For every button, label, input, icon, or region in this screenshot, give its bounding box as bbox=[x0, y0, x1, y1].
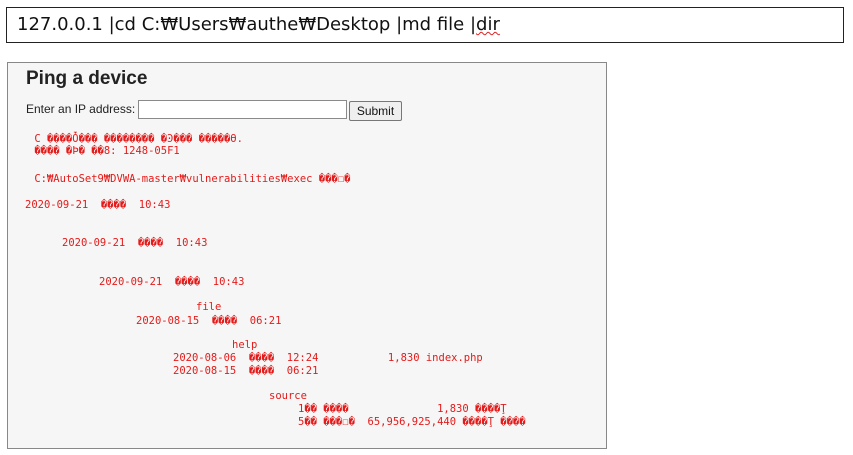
output-line-entry-4: 2020-08-15 ���� 06:21 bbox=[136, 315, 282, 327]
output-line-directory-path: C:₩AutoSet9₩DVWA-master₩vulnerabilities₩… bbox=[28, 173, 351, 185]
output-line-entry-1: 2020-09-21 ���� 10:43 bbox=[25, 199, 171, 211]
output-line-volume-serial: ���� �Þ� ��8: 1248-05F1 bbox=[28, 145, 180, 157]
output-line-drive-label: C ����Ȱ��� �������� �Ͽ��� �����Ө. bbox=[28, 133, 243, 145]
command-text: 127.0.0.1 |cd C:₩Users₩authe₩Desktop |md… bbox=[17, 14, 477, 35]
output-line-help-dir: help bbox=[232, 339, 258, 351]
output-line-entry-2: 2020-09-21 ���� 10:43 bbox=[62, 237, 208, 249]
output-line-entry-3: 2020-09-21 ���� 10:43 bbox=[99, 276, 245, 288]
output-line-entry-5: 2020-08-15 ���� 06:21 bbox=[173, 365, 319, 377]
output-line-file-summary: 1�� ���� 1,830 ����Ţ bbox=[298, 403, 507, 415]
spellcheck-flagged-word: dir bbox=[476, 14, 500, 35]
output-line-dir-summary: 5�� ���☐� 65,956,925,440 ����Ţ ���� bbox=[298, 416, 526, 428]
ip-address-input[interactable] bbox=[138, 100, 347, 119]
output-line-source-dir: source bbox=[269, 390, 307, 402]
submit-button[interactable]: Submit bbox=[349, 101, 402, 121]
ping-panel: Ping a device Enter an IP address: Submi… bbox=[7, 62, 607, 449]
page-title: Ping a device bbox=[26, 68, 148, 89]
output-line-index-php: 2020-08-06 ���� 12:24 1,830 index.php bbox=[173, 352, 483, 364]
output-line-file-dir: file bbox=[196, 301, 222, 313]
ip-address-label: Enter an IP address: bbox=[26, 102, 136, 116]
command-text-box: 127.0.0.1 |cd C:₩Users₩authe₩Desktop |md… bbox=[6, 7, 844, 43]
